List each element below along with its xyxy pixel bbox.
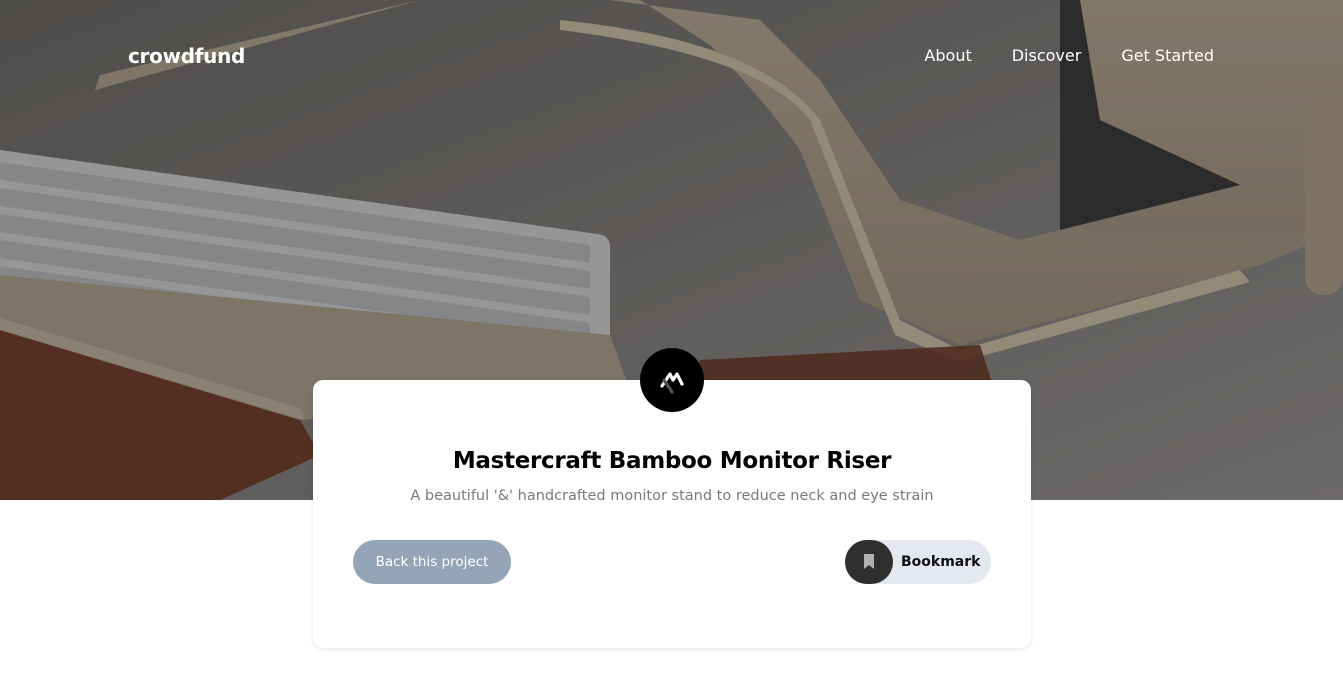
brand-logo[interactable]: crowdfund: [128, 44, 245, 68]
main-nav: About Discover Get Started: [924, 46, 1214, 65]
project-description: A beautiful '&' handcrafted monitor stan…: [410, 488, 934, 504]
nav-discover[interactable]: Discover: [1012, 46, 1082, 65]
bookmark-button[interactable]: Bookmark: [845, 540, 991, 584]
bookmark-label: Bookmark: [901, 554, 981, 570]
mastercraft-logo-icon: [640, 348, 704, 412]
back-project-button[interactable]: Back this project: [353, 540, 511, 584]
bookmark-icon: [864, 554, 874, 569]
bookmark-icon-circle: [845, 540, 893, 584]
project-title: Mastercraft Bamboo Monitor Riser: [452, 448, 892, 474]
nav-about[interactable]: About: [924, 46, 971, 65]
nav-get-started[interactable]: Get Started: [1121, 46, 1214, 65]
project-card: Mastercraft Bamboo Monitor Riser A beaut…: [313, 348, 1031, 648]
